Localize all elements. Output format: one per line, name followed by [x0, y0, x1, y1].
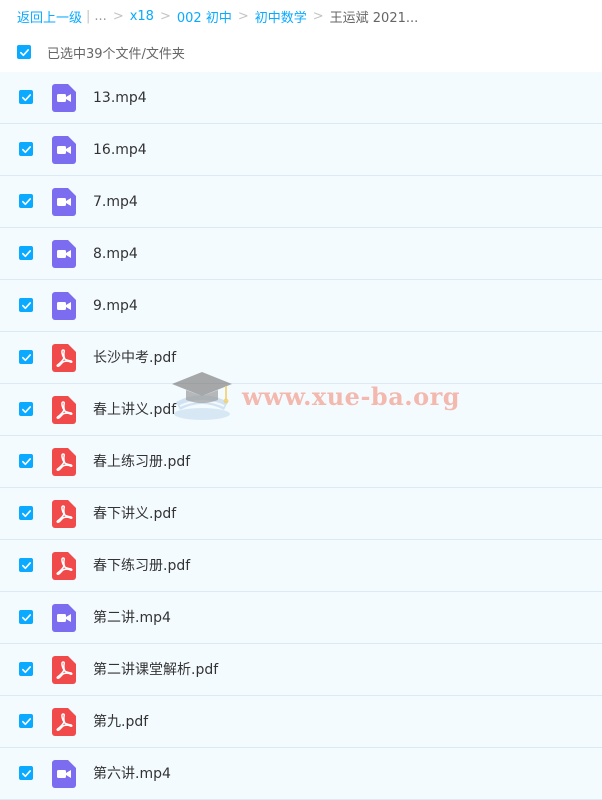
file-checkbox[interactable]	[19, 402, 33, 416]
select-all-bar: 已选中39个文件/文件夹	[17, 40, 185, 64]
file-name[interactable]: 春下练习册.pdf	[93, 556, 190, 576]
video-file-icon	[52, 84, 76, 112]
back-link[interactable]: 返回上一级	[17, 7, 82, 26]
file-checkbox[interactable]	[19, 350, 33, 364]
breadcrumb-separator: >	[237, 8, 249, 24]
file-name[interactable]: 9.mp4	[93, 296, 138, 316]
check-icon	[21, 197, 31, 205]
file-name[interactable]: 春上讲义.pdf	[93, 400, 176, 420]
file-row[interactable]: 7.mp4	[0, 176, 602, 228]
pdf-file-icon	[52, 500, 76, 528]
check-icon	[21, 769, 31, 777]
breadcrumb: 返回上一级 | ... > x18 > 002 初中 > 初中数学 > 王运斌 …	[17, 6, 418, 26]
file-row[interactable]: 春上练习册.pdf	[0, 436, 602, 488]
file-checkbox[interactable]	[19, 142, 33, 156]
file-row[interactable]: 9.mp4	[0, 280, 602, 332]
file-checkbox[interactable]	[19, 506, 33, 520]
file-row[interactable]: 第六讲.mp4	[0, 748, 602, 800]
check-icon	[21, 301, 31, 309]
check-icon	[21, 353, 31, 361]
file-checkbox[interactable]	[19, 662, 33, 676]
pdf-file-icon	[52, 708, 76, 736]
breadcrumb-ellipsis[interactable]: ...	[94, 9, 106, 24]
check-icon	[21, 613, 31, 621]
video-file-icon	[52, 240, 76, 268]
pdf-file-icon	[52, 396, 76, 424]
video-file-icon	[52, 188, 76, 216]
file-name[interactable]: 第二讲.mp4	[93, 608, 171, 628]
select-all-checkbox[interactable]	[17, 45, 31, 59]
file-checkbox[interactable]	[19, 610, 33, 624]
file-name[interactable]: 第九.pdf	[93, 712, 148, 732]
pdf-file-icon	[52, 448, 76, 476]
file-name[interactable]: 第二讲课堂解析.pdf	[93, 660, 218, 680]
file-checkbox[interactable]	[19, 298, 33, 312]
file-row[interactable]: 长沙中考.pdf	[0, 332, 602, 384]
file-checkbox[interactable]	[19, 454, 33, 468]
file-name[interactable]: 长沙中考.pdf	[93, 348, 176, 368]
file-name[interactable]: 第六讲.mp4	[93, 764, 171, 784]
video-file-icon	[52, 760, 76, 788]
breadcrumb-item-math[interactable]: 初中数学	[255, 7, 307, 26]
file-name[interactable]: 春下讲义.pdf	[93, 504, 176, 524]
breadcrumb-item-junior-high[interactable]: 002 初中	[177, 7, 232, 26]
breadcrumb-separator: >	[312, 8, 324, 24]
check-icon	[21, 93, 31, 101]
breadcrumb-separator: >	[112, 8, 124, 24]
file-checkbox[interactable]	[19, 558, 33, 572]
file-name[interactable]: 8.mp4	[93, 244, 138, 264]
file-checkbox[interactable]	[19, 714, 33, 728]
file-name[interactable]: 16.mp4	[93, 140, 147, 160]
file-checkbox[interactable]	[19, 90, 33, 104]
file-row[interactable]: 13.mp4	[0, 72, 602, 124]
breadcrumb-divider: |	[86, 8, 91, 24]
check-icon	[21, 405, 31, 413]
file-row[interactable]: 16.mp4	[0, 124, 602, 176]
check-icon	[21, 665, 31, 673]
file-checkbox[interactable]	[19, 246, 33, 260]
file-row[interactable]: 8.mp4	[0, 228, 602, 280]
file-row[interactable]: 春下讲义.pdf	[0, 488, 602, 540]
file-row[interactable]: 春上讲义.pdf	[0, 384, 602, 436]
check-icon	[21, 249, 31, 257]
check-icon	[21, 145, 31, 153]
file-row[interactable]: 第九.pdf	[0, 696, 602, 748]
breadcrumb-current: 王运斌 2021...	[329, 10, 419, 26]
file-row[interactable]: 第二讲课堂解析.pdf	[0, 644, 602, 696]
breadcrumb-separator: >	[159, 8, 171, 24]
breadcrumb-item-x18[interactable]: x18	[130, 9, 154, 24]
video-file-icon	[52, 136, 76, 164]
pdf-file-icon	[52, 656, 76, 684]
check-icon	[21, 717, 31, 725]
file-list: 13.mp4 16.mp4 7.mp4 8.mp4 9.mp4 长沙中考.pdf 春上讲义.…	[0, 72, 602, 800]
pdf-file-icon	[52, 344, 76, 372]
file-name[interactable]: 7.mp4	[93, 192, 138, 212]
video-file-icon	[52, 604, 76, 632]
check-icon	[21, 457, 31, 465]
check-icon	[21, 561, 31, 569]
pdf-file-icon	[52, 552, 76, 580]
file-row[interactable]: 第二讲.mp4	[0, 592, 602, 644]
file-row[interactable]: 春下练习册.pdf	[0, 540, 602, 592]
file-name[interactable]: 春上练习册.pdf	[93, 452, 190, 472]
check-icon	[19, 48, 29, 56]
file-name[interactable]: 13.mp4	[93, 88, 147, 108]
video-file-icon	[52, 292, 76, 320]
selection-count-label: 已选中39个文件/文件夹	[47, 46, 185, 62]
file-checkbox[interactable]	[19, 766, 33, 780]
file-checkbox[interactable]	[19, 194, 33, 208]
check-icon	[21, 509, 31, 517]
